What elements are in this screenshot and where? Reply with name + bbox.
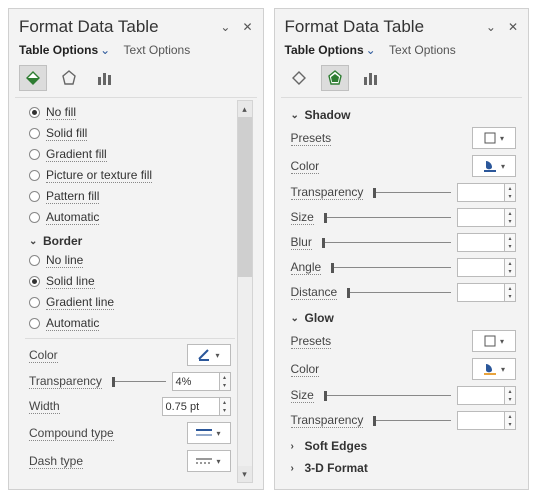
- size-properties-icon[interactable]: [357, 65, 385, 91]
- transparency-slider[interactable]: [108, 379, 166, 385]
- glow-transparency-field[interactable]: [457, 411, 505, 430]
- shadow-color-picker[interactable]: ▾: [472, 155, 516, 177]
- width-spinner[interactable]: ▴▾: [220, 397, 231, 416]
- section-soft-edges[interactable]: ›Soft Edges: [291, 433, 517, 455]
- spinner[interactable]: ▴▾: [505, 208, 516, 227]
- tab-text-options[interactable]: Text Options: [389, 43, 456, 57]
- pane-header: Format Data Table ⌄ ✕: [285, 15, 519, 41]
- shadow-size-field[interactable]: [457, 208, 505, 227]
- section-shadow[interactable]: ⌄Shadow: [291, 102, 517, 124]
- scroll-thumb[interactable]: [238, 117, 252, 277]
- shadow-blur-slider[interactable]: [318, 240, 451, 246]
- pane-title: Format Data Table: [285, 17, 425, 37]
- dash-combo[interactable]: ▾: [187, 450, 231, 472]
- spinner[interactable]: ▴▾: [505, 258, 516, 277]
- spinner[interactable]: ▴▾: [505, 283, 516, 302]
- glow-size-field[interactable]: [457, 386, 505, 405]
- shadow-transparency-label: Transparency: [291, 185, 364, 200]
- category-icons: [19, 63, 253, 97]
- scroll-down-button[interactable]: ▾: [238, 466, 252, 482]
- shadow-presets-combo[interactable]: ▾: [472, 127, 516, 149]
- collapse-icon[interactable]: ⌄: [486, 20, 496, 34]
- fill-option-picture[interactable]: Picture or texture fill: [29, 165, 231, 186]
- fill-line-icon[interactable]: [19, 65, 47, 91]
- glow-transparency-label: Transparency: [291, 413, 364, 428]
- close-icon[interactable]: ✕: [242, 20, 252, 34]
- shadow-angle-field[interactable]: [457, 258, 505, 277]
- presets-label: Presets: [291, 131, 332, 146]
- dash-label: Dash type: [29, 454, 83, 469]
- shadow-size-slider[interactable]: [320, 215, 451, 221]
- pane-header: Format Data Table ⌄ ✕: [19, 15, 253, 41]
- fill-option-auto[interactable]: Automatic: [29, 207, 231, 228]
- format-pane-left: Format Data Table ⌄ ✕ Table Options⌄ Tex…: [8, 8, 264, 490]
- format-pane-right: Format Data Table ⌄ ✕ Table Options⌄ Tex…: [274, 8, 530, 490]
- spinner[interactable]: ▴▾: [505, 233, 516, 252]
- collapse-icon[interactable]: ⌄: [220, 20, 230, 34]
- shadow-blur-label: Blur: [291, 235, 312, 250]
- category-icons: [285, 63, 519, 97]
- scroll-up-button[interactable]: ▴: [238, 101, 252, 117]
- border-option-solid[interactable]: Solid line: [29, 271, 231, 292]
- glow-presets-combo[interactable]: ▾: [472, 330, 516, 352]
- tab-table-options[interactable]: Table Options: [19, 43, 98, 57]
- shadow-angle-label: Angle: [291, 260, 322, 275]
- tab-table-options[interactable]: Table Options: [285, 43, 364, 57]
- fill-option-gradient[interactable]: Gradient fill: [29, 144, 231, 165]
- section-glow[interactable]: ⌄Glow: [291, 305, 517, 327]
- tab-caret-icon[interactable]: ⌄: [100, 43, 110, 57]
- glow-transparency-slider[interactable]: [369, 418, 451, 424]
- transparency-field[interactable]: 4%: [172, 372, 220, 391]
- shadow-transparency-field[interactable]: [457, 183, 505, 202]
- shadow-size-label: Size: [291, 210, 314, 225]
- section-3d-format[interactable]: ›3-D Format: [291, 455, 517, 477]
- glow-color-picker[interactable]: ▾: [472, 358, 516, 380]
- size-properties-icon[interactable]: [91, 65, 119, 91]
- border-option-auto[interactable]: Automatic: [29, 313, 231, 334]
- scrollbar[interactable]: ▴ ▾: [237, 100, 253, 483]
- transparency-spinner[interactable]: ▴▾: [220, 372, 231, 391]
- width-field[interactable]: 0.75 pt: [162, 397, 220, 416]
- glow-size-label: Size: [291, 388, 314, 403]
- shadow-blur-field[interactable]: [457, 233, 505, 252]
- tabs-row: Table Options⌄ Text Options: [19, 41, 253, 63]
- glow-presets-label: Presets: [291, 334, 332, 349]
- border-option-noline[interactable]: No line: [29, 250, 231, 271]
- effects-icon[interactable]: [321, 65, 349, 91]
- color-picker[interactable]: ▾: [187, 344, 231, 366]
- fill-line-icon[interactable]: [285, 65, 313, 91]
- tabs-row: Table Options⌄ Text Options: [285, 41, 519, 63]
- fill-option-nofill[interactable]: No fill: [29, 102, 231, 123]
- effects-icon[interactable]: [55, 65, 83, 91]
- glow-color-label: Color: [291, 362, 320, 377]
- shadow-transparency-slider[interactable]: [369, 190, 451, 196]
- options-content: No fill Solid fill Gradient fill Picture…: [19, 100, 237, 483]
- spinner[interactable]: ▴▾: [505, 386, 516, 405]
- width-label: Width: [29, 399, 60, 414]
- options-content: ⌄Shadow Presets ▾ Color ▾ Transparency ▴▾…: [285, 100, 519, 483]
- spinner[interactable]: ▴▾: [505, 411, 516, 430]
- tab-caret-icon[interactable]: ⌄: [366, 43, 376, 57]
- close-icon[interactable]: ✕: [508, 20, 518, 34]
- section-border[interactable]: ⌄Border: [29, 228, 231, 250]
- shadow-angle-slider[interactable]: [327, 265, 451, 271]
- compound-combo[interactable]: ▾: [187, 422, 231, 444]
- color-label: Color: [291, 159, 320, 174]
- border-option-gradient[interactable]: Gradient line: [29, 292, 231, 313]
- spinner[interactable]: ▴▾: [505, 183, 516, 202]
- glow-size-slider[interactable]: [320, 393, 451, 399]
- shadow-distance-label: Distance: [291, 285, 338, 300]
- shadow-distance-slider[interactable]: [343, 290, 451, 296]
- shadow-distance-field[interactable]: [457, 283, 505, 302]
- compound-label: Compound type: [29, 426, 114, 441]
- pane-title: Format Data Table: [19, 17, 159, 37]
- tab-text-options[interactable]: Text Options: [124, 43, 191, 57]
- fill-option-pattern[interactable]: Pattern fill: [29, 186, 231, 207]
- transparency-label: Transparency: [29, 374, 102, 389]
- color-label: Color: [29, 348, 58, 363]
- fill-option-solid[interactable]: Solid fill: [29, 123, 231, 144]
